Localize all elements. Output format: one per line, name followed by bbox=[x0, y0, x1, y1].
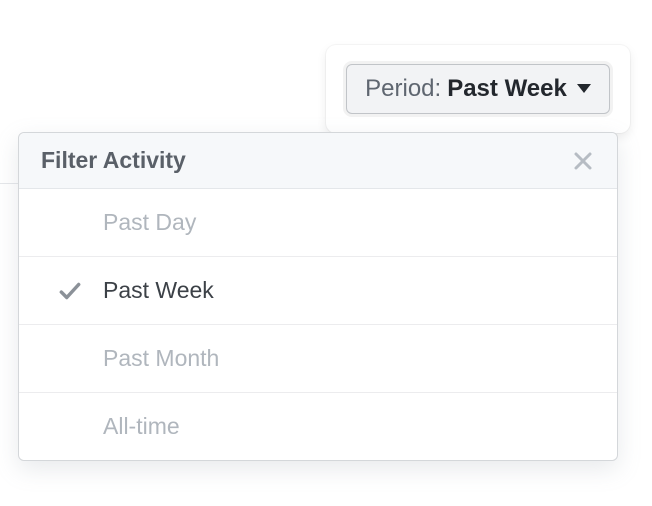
dropdown-item-label: Past Month bbox=[103, 345, 219, 371]
dropdown-item-past-week[interactable]: Past Week bbox=[19, 257, 617, 325]
background-rule bbox=[0, 183, 18, 184]
check-icon bbox=[57, 278, 83, 304]
dropdown-item-past-month[interactable]: Past Month bbox=[19, 325, 617, 393]
dropdown-item-label: All-time bbox=[103, 413, 180, 439]
dropdown-title: Filter Activity bbox=[41, 147, 186, 174]
period-selector-value: Past Week bbox=[447, 75, 567, 104]
dropdown-list: Past Day Past Week Past Month All-time bbox=[19, 189, 617, 460]
period-selector-label: Period: bbox=[365, 75, 441, 104]
close-icon bbox=[573, 151, 593, 171]
caret-down-icon bbox=[577, 84, 591, 93]
close-button[interactable] bbox=[571, 149, 595, 173]
dropdown-item-all-time[interactable]: All-time bbox=[19, 393, 617, 460]
dropdown-item-label: Past Week bbox=[103, 277, 214, 303]
dropdown-item-past-day[interactable]: Past Day bbox=[19, 189, 617, 257]
filter-activity-dropdown: Filter Activity Past Day Past Week bbox=[18, 132, 618, 461]
dropdown-header: Filter Activity bbox=[19, 133, 617, 189]
dropdown-item-label: Past Day bbox=[103, 209, 196, 235]
period-selector-button[interactable]: Period: Past Week bbox=[346, 64, 610, 115]
period-selector-highlight: Period: Past Week bbox=[326, 45, 630, 133]
